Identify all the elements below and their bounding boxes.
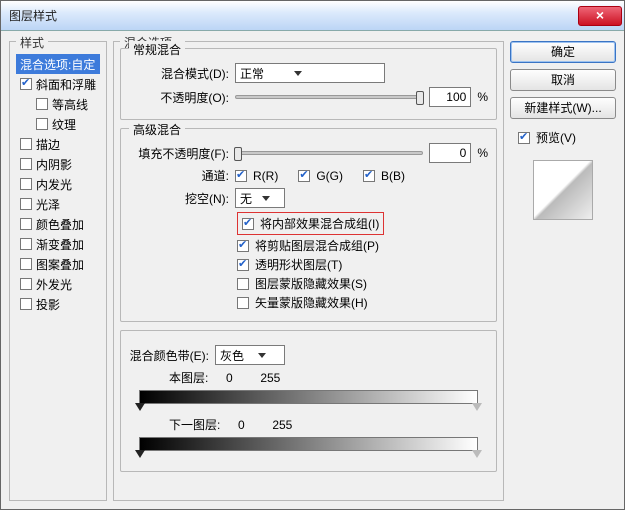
blend-mode-label: 混合模式(D): xyxy=(129,65,229,82)
adv-opt-label: 透明形状图层(T) xyxy=(255,256,342,273)
channel-r-checkbox[interactable] xyxy=(235,170,247,182)
channel-b-checkbox[interactable] xyxy=(363,170,375,182)
blend-mode-select[interactable]: 正常 xyxy=(235,63,385,83)
preview-label: 预览(V) xyxy=(536,129,576,146)
blend-if-label: 混合颜色带(E): xyxy=(129,347,209,364)
blend-if-select[interactable]: 灰色 xyxy=(215,345,285,365)
under-layer-label: 下一图层: xyxy=(169,416,220,433)
style-item[interactable]: 外发光 xyxy=(16,274,100,294)
general-blending-legend: 常规混合 xyxy=(129,41,185,58)
style-item[interactable]: 混合选项:自定 xyxy=(16,54,100,74)
style-label: 内发光 xyxy=(36,176,72,193)
style-label: 外发光 xyxy=(36,276,72,293)
style-item[interactable]: 投影 xyxy=(16,294,100,314)
dialog-title: 图层样式 xyxy=(9,7,578,24)
opacity-slider[interactable] xyxy=(235,95,423,99)
style-checkbox[interactable] xyxy=(20,258,32,270)
style-item[interactable]: 斜面和浮雕 xyxy=(16,74,100,94)
styles-legend: 样式 xyxy=(16,34,48,51)
style-label: 内阴影 xyxy=(36,156,72,173)
knockout-label: 挖空(N): xyxy=(129,190,229,207)
style-item[interactable]: 光泽 xyxy=(16,194,100,214)
new-style-button[interactable]: 新建样式(W)... xyxy=(510,97,616,119)
layer-style-dialog: 图层样式 × 样式 混合选项:自定斜面和浮雕等高线纹理描边内阴影内发光光泽颜色叠… xyxy=(0,0,625,510)
style-checkbox[interactable] xyxy=(36,118,48,130)
preview-checkbox[interactable] xyxy=(518,132,530,144)
style-item[interactable]: 纹理 xyxy=(16,114,100,134)
fill-opacity-slider[interactable] xyxy=(235,151,423,155)
style-checkbox[interactable] xyxy=(20,178,32,190)
adv-opt-label: 图层蒙版隐藏效果(S) xyxy=(255,275,367,292)
knockout-select[interactable]: 无 xyxy=(235,188,285,208)
style-label: 光泽 xyxy=(36,196,60,213)
adv-opt-label: 矢量蒙版隐藏效果(H) xyxy=(255,294,368,311)
style-label: 纹理 xyxy=(52,116,76,133)
style-item[interactable]: 图案叠加 xyxy=(16,254,100,274)
channels-label: 通道: xyxy=(129,167,229,184)
cancel-button[interactable]: 取消 xyxy=(510,69,616,91)
opacity-input[interactable]: 100 xyxy=(429,87,471,107)
style-checkbox[interactable] xyxy=(20,278,32,290)
opacity-label: 不透明度(O): xyxy=(129,89,229,106)
close-button[interactable]: × xyxy=(578,6,622,26)
adv-opt-checkbox[interactable] xyxy=(242,218,254,230)
style-item[interactable]: 描边 xyxy=(16,134,100,154)
under-layer-blendbar[interactable] xyxy=(139,437,478,451)
style-label: 斜面和浮雕 xyxy=(36,76,96,93)
this-layer-label: 本图层: xyxy=(169,369,208,386)
styles-list: 混合选项:自定斜面和浮雕等高线纹理描边内阴影内发光光泽颜色叠加渐变叠加图案叠加外… xyxy=(16,54,100,314)
style-label: 混合选项:自定 xyxy=(20,56,95,73)
fill-opacity-input[interactable]: 0 xyxy=(429,143,471,163)
this-layer-blendbar[interactable] xyxy=(139,390,478,404)
adv-opt-checkbox[interactable] xyxy=(237,240,249,252)
style-checkbox[interactable] xyxy=(20,298,32,310)
adv-opt-label: 将剪贴图层混合成组(P) xyxy=(255,237,379,254)
style-item[interactable]: 内阴影 xyxy=(16,154,100,174)
style-item[interactable]: 等高线 xyxy=(16,94,100,114)
chevron-down-icon xyxy=(258,353,266,358)
style-label: 投影 xyxy=(36,296,60,313)
chevron-down-icon xyxy=(262,196,270,201)
style-checkbox[interactable] xyxy=(20,238,32,250)
channel-g-checkbox[interactable] xyxy=(298,170,310,182)
adv-opt-label: 将内部效果混合成组(I) xyxy=(260,215,379,232)
style-checkbox[interactable] xyxy=(20,218,32,230)
style-label: 颜色叠加 xyxy=(36,216,84,233)
advanced-blending-group: 高级混合 填充不透明度(F): 0 % 通道: R(R) G(G) B(B) xyxy=(120,128,497,322)
general-blending-group: 常规混合 混合模式(D): 正常 不透明度(O): 100 % xyxy=(120,48,497,120)
blend-if-group: 混合颜色带(E): 灰色 本图层: 0 255 xyxy=(120,330,497,472)
style-checkbox[interactable] xyxy=(20,158,32,170)
style-label: 图案叠加 xyxy=(36,256,84,273)
adv-opt-checkbox[interactable] xyxy=(237,259,249,271)
style-label: 等高线 xyxy=(52,96,88,113)
titlebar[interactable]: 图层样式 × xyxy=(1,1,624,31)
advanced-blending-legend: 高级混合 xyxy=(129,121,185,138)
preview-thumbnail xyxy=(533,160,593,220)
style-checkbox[interactable] xyxy=(36,98,48,110)
adv-opt-checkbox[interactable] xyxy=(237,297,249,309)
fill-opacity-label: 填充不透明度(F): xyxy=(129,145,229,162)
style-item[interactable]: 渐变叠加 xyxy=(16,234,100,254)
style-item[interactable]: 内发光 xyxy=(16,174,100,194)
chevron-down-icon xyxy=(294,71,302,76)
style-item[interactable]: 颜色叠加 xyxy=(16,214,100,234)
style-checkbox[interactable] xyxy=(20,78,32,90)
style-checkbox[interactable] xyxy=(20,198,32,210)
style-checkbox[interactable] xyxy=(20,138,32,150)
adv-opt-checkbox[interactable] xyxy=(237,278,249,290)
style-label: 描边 xyxy=(36,136,60,153)
style-label: 渐变叠加 xyxy=(36,236,84,253)
ok-button[interactable]: 确定 xyxy=(510,41,616,63)
